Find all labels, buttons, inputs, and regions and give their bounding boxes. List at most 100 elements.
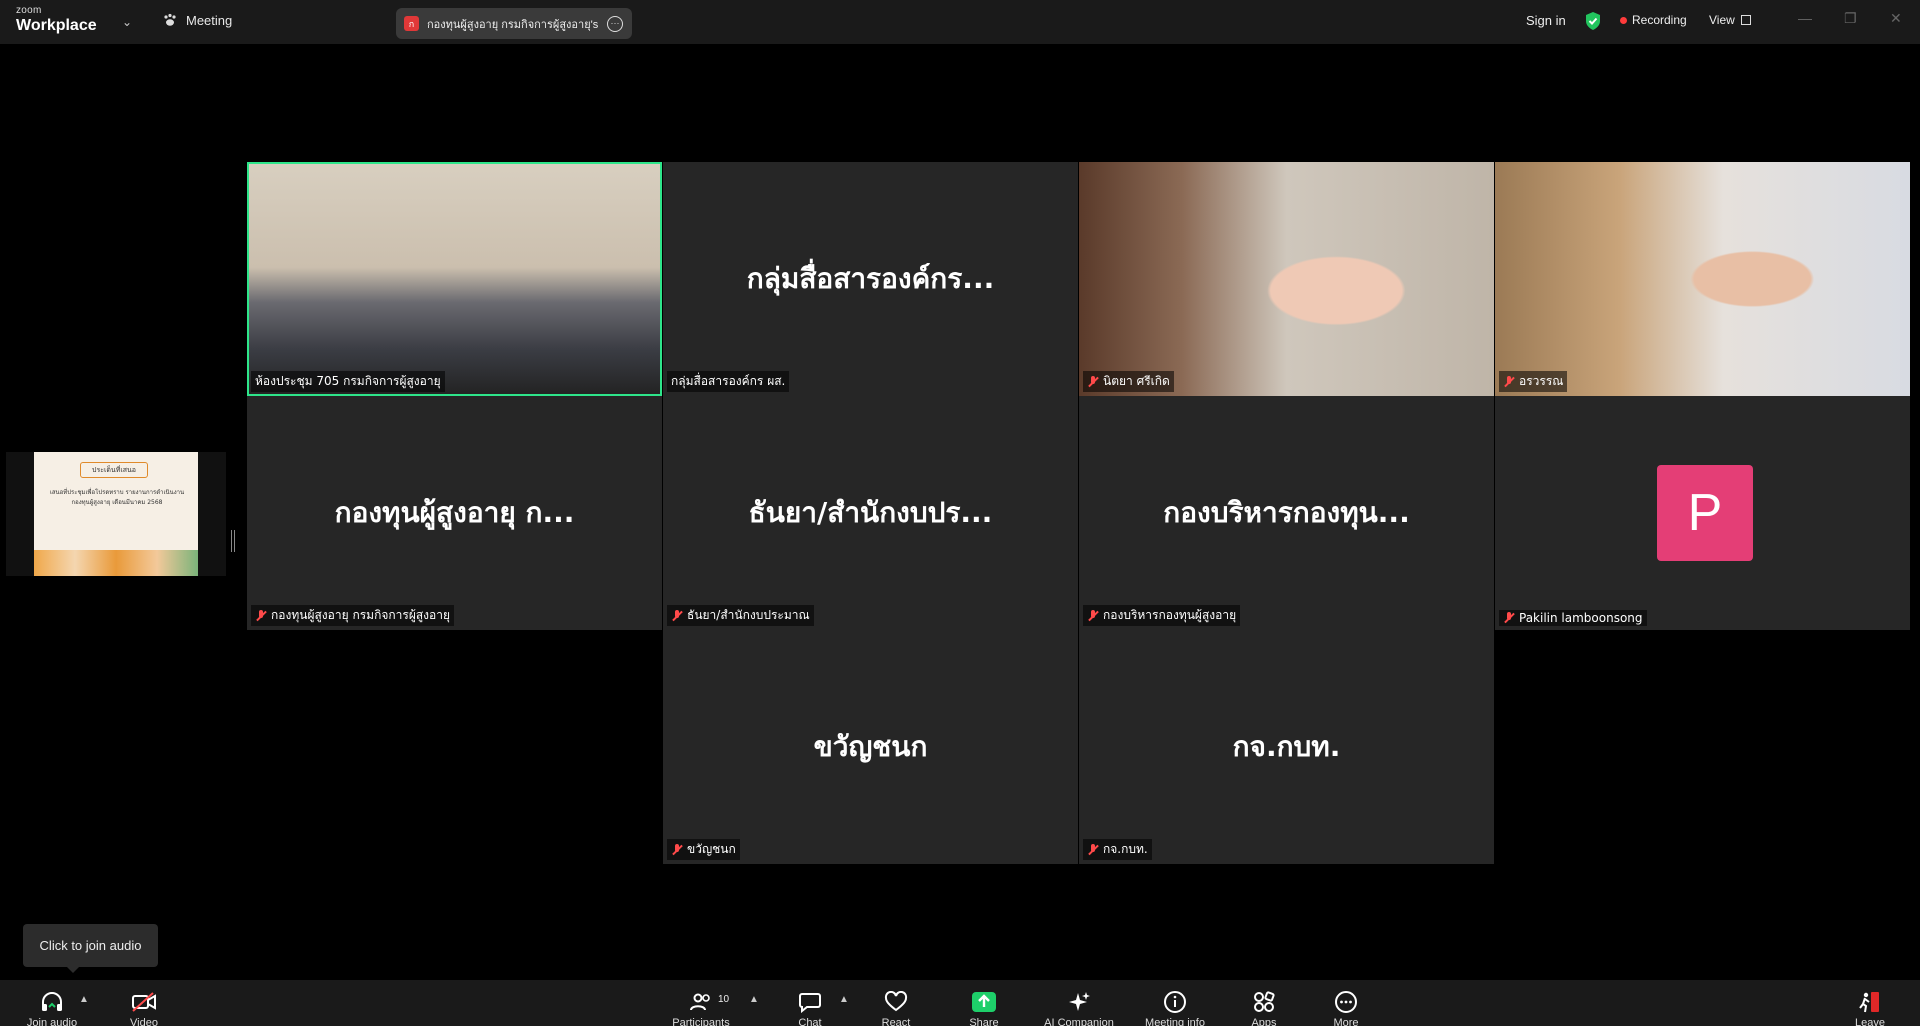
participant-display-name: กจ.กบท. — [1232, 730, 1341, 763]
ai-companion-button[interactable]: AI Companion — [1039, 990, 1119, 1026]
video-tile[interactable]: ธันยา/สำนักงบปร... ธันยา/สำนักงบประมาณ — [663, 396, 1078, 630]
mic-muted-icon — [255, 609, 267, 622]
audio-options-caret-icon[interactable]: ▲ — [79, 994, 89, 1005]
sign-in-link[interactable]: Sign in — [1526, 13, 1566, 28]
video-tile[interactable]: ห้องประชุม 705 กรมกิจการผู้สูงอายุ — [247, 162, 662, 396]
share-label: Share — [969, 1017, 999, 1026]
info-icon — [1164, 991, 1186, 1013]
shared-slide: ประเด็นที่เสนอ เสนอที่ประชุมเพื่อโปรดทรา… — [34, 452, 198, 576]
headphones-icon — [42, 992, 62, 1011]
share-screen-icon — [972, 992, 996, 1012]
leave-icon — [1859, 992, 1879, 1013]
apps-icon — [1254, 991, 1275, 1012]
participant-name-tag: กจ.กบท. — [1083, 839, 1152, 860]
participant-name-tag: ขวัญชนก — [667, 839, 740, 860]
maximize-icon[interactable]: ❐ — [1844, 10, 1857, 27]
participants-count: 10 — [718, 994, 730, 1005]
participant-display-name: กองบริหารกองทุน... — [1163, 496, 1410, 529]
mic-muted-icon — [1503, 375, 1515, 388]
sharer-avatar: ก — [404, 16, 419, 31]
participants-icon — [690, 993, 710, 1011]
meeting-info-label: Meeting info — [1145, 1017, 1205, 1026]
slide-decoration — [34, 550, 198, 576]
participant-name: กลุ่มสื่อสารองค์กร ผส. — [671, 374, 786, 388]
video-tile[interactable]: อรวรรณ — [1495, 162, 1910, 396]
slide-body: เสนอที่ประชุมเพื่อโปรดทราบ รายงานการดำเน… — [49, 489, 185, 506]
participant-name-tag: กลุ่มสื่อสารองค์กร ผส. — [667, 371, 790, 392]
slide-title: ประเด็นที่เสนอ — [80, 462, 148, 478]
top-bar: zoom Workplace ⌄ Meeting ก กองทุนผู้สูงอ… — [0, 0, 1920, 44]
close-icon[interactable]: ✕ — [1890, 10, 1902, 27]
heart-icon — [884, 991, 908, 1012]
more-icon — [1335, 991, 1357, 1013]
mic-muted-icon — [1087, 375, 1099, 388]
participant-display-name: กองทุนผู้สูงอายุ ก... — [334, 496, 575, 529]
chat-icon — [799, 993, 821, 1013]
leave-button[interactable]: Leave — [1830, 990, 1910, 1026]
chat-label: Chat — [798, 1017, 822, 1026]
mic-muted-icon — [1087, 609, 1099, 622]
participant-name: ขวัญชนก — [687, 842, 736, 856]
participants-caret-icon[interactable]: ▲ — [749, 994, 759, 1005]
recording-dot-icon — [1620, 16, 1627, 24]
leave-label: Leave — [1855, 1017, 1885, 1026]
participant-name-tag: กองบริหารกองทุนผู้สูงอายุ — [1083, 605, 1241, 626]
share-button[interactable]: Share — [944, 990, 1024, 1026]
chat-button[interactable]: Chat — [770, 990, 850, 1026]
participant-display-name: ธันยา/สำนักงบปร... — [748, 496, 993, 529]
view-menu-button[interactable]: View — [1709, 13, 1751, 27]
chat-caret-icon[interactable]: ▲ — [839, 994, 849, 1005]
video-tile[interactable]: นิตยา ศรีเกิด — [1079, 162, 1494, 396]
mic-muted-icon — [671, 843, 683, 856]
join-audio-label: Join audio — [26, 1017, 78, 1026]
react-button[interactable]: React — [856, 990, 936, 1026]
avatar: P — [1657, 465, 1753, 561]
participant-name: กจ.กบท. — [1103, 842, 1148, 856]
bottom-toolbar: Join audio ▲ Video Participants 10 ▲ Cha… — [0, 980, 1920, 1026]
video-tile[interactable]: กจ.กบท. กจ.กบท. — [1079, 630, 1494, 864]
shield-check-icon[interactable] — [1584, 11, 1602, 31]
apps-button[interactable]: Apps — [1224, 990, 1304, 1026]
resize-handle[interactable] — [231, 530, 235, 552]
grid-icon — [1740, 15, 1751, 25]
participant-name: ธันยา/สำนักงบประมาณ — [687, 608, 810, 622]
view-label: View — [1709, 13, 1735, 27]
brand-name: Workplace — [16, 17, 97, 34]
participant-name-tag: กองทุนผู้สูงอายุ กรมกิจการผู้สูงอายุ — [251, 605, 455, 626]
shared-screen-thumbnail[interactable]: ประเด็นที่เสนอ เสนอที่ประชุมเพื่อโปรดทรา… — [6, 452, 226, 576]
video-tile[interactable]: กองบริหารกองทุน... กองบริหารกองทุนผู้สูง… — [1079, 396, 1494, 630]
participant-name: Pakilin lamboonsong — [1519, 611, 1643, 625]
more-options-icon[interactable]: ··· — [607, 15, 623, 32]
mic-muted-icon — [671, 609, 683, 622]
react-label: React — [881, 1017, 911, 1026]
zoom-logo: zoom Workplace — [16, 6, 97, 34]
more-button[interactable]: More — [1306, 990, 1386, 1026]
video-tile[interactable]: P Pakilin lamboonsong — [1495, 396, 1910, 630]
participant-name-tag: นิตยา ศรีเกิด — [1083, 371, 1174, 392]
participants-label: Participants — [672, 1017, 730, 1026]
participant-display-name: กลุ่มสื่อสารองค์กร... — [746, 262, 995, 295]
recording-indicator[interactable]: Recording — [1620, 13, 1687, 27]
video-tile[interactable]: ขวัญชนก ขวัญชนก — [663, 630, 1078, 864]
participant-name: ห้องประชุม 705 กรมกิจการผู้สูงอายุ — [255, 374, 441, 388]
chevron-down-icon[interactable]: ⌄ — [122, 15, 132, 29]
participant-name: อรวรรณ — [1519, 374, 1564, 388]
more-label: More — [1333, 1017, 1359, 1026]
meeting-info-button[interactable]: Meeting info — [1135, 990, 1215, 1026]
meeting-label: Meeting — [186, 12, 233, 28]
meeting-menu-button[interactable]: Meeting — [162, 12, 232, 28]
video-tile[interactable]: กองทุนผู้สูงอายุ ก... กองทุนผู้สูงอายุ ก… — [247, 396, 662, 630]
video-tile[interactable]: กลุ่มสื่อสารองค์กร... กลุ่มสื่อสารองค์กร… — [663, 162, 1078, 396]
join-audio-tooltip: Click to join audio — [23, 924, 158, 973]
minimize-icon[interactable]: — — [1798, 10, 1812, 26]
screen-share-chip[interactable]: ก กองทุนผู้สูงอายุ กรมกิจการผู้สูงอายุ's… — [396, 8, 632, 39]
recording-label: Recording — [1632, 13, 1687, 27]
participant-name: นิตยา ศรีเกิด — [1103, 374, 1170, 388]
video-button[interactable]: Video — [104, 990, 184, 1026]
participant-name: กองบริหารกองทุนผู้สูงอายุ — [1103, 608, 1237, 622]
video-label: Video — [130, 1017, 158, 1026]
participant-name-tag: ธันยา/สำนักงบประมาณ — [667, 605, 814, 626]
sharer-name: กองทุนผู้สูงอายุ กรมกิจการผู้สูงอายุ's s… — [427, 18, 599, 31]
participant-name: กองทุนผู้สูงอายุ กรมกิจการผู้สูงอายุ — [271, 608, 451, 622]
participant-name-tag: ห้องประชุม 705 กรมกิจการผู้สูงอายุ — [251, 371, 445, 392]
